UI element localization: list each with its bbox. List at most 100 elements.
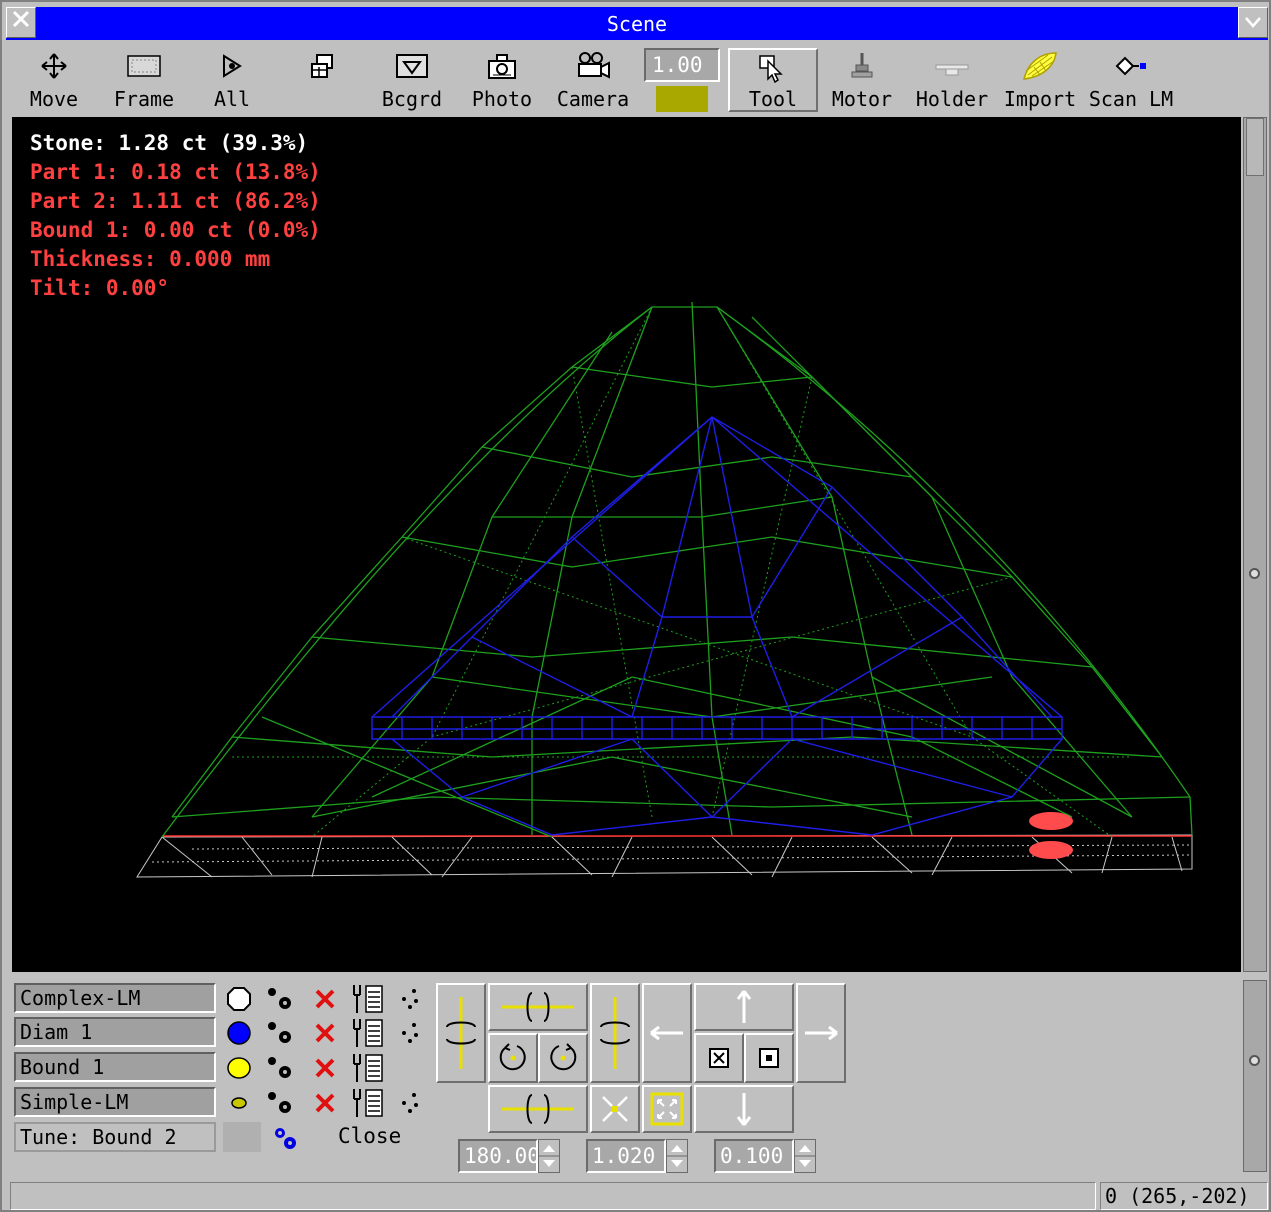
layer-name-bound-1[interactable]: Bound 1: [14, 1052, 216, 1082]
angle-value[interactable]: 180.00: [458, 1139, 540, 1173]
layout-button[interactable]: [292, 46, 352, 112]
points-icon[interactable]: [400, 1021, 422, 1045]
frame-button[interactable]: Frame: [102, 46, 186, 112]
gears-icon[interactable]: [264, 1018, 296, 1048]
rotate-x-button[interactable]: [488, 983, 588, 1031]
scene-window: Scene Move Frame All Bcgrd Photo Camera …: [0, 0, 1271, 1212]
reset-view-button[interactable]: [694, 1033, 744, 1083]
motor-button[interactable]: Motor: [824, 46, 900, 112]
zoom-fit-button[interactable]: [642, 1085, 692, 1133]
rotate-y-button[interactable]: [436, 983, 486, 1083]
dot-box-icon: [759, 1048, 779, 1068]
scroll-indicator-icon: [1249, 568, 1260, 579]
photo-camera-icon: [488, 54, 516, 79]
motor-icon: [851, 53, 873, 78]
tools-list-icon[interactable]: [350, 1017, 386, 1049]
blue-circle-icon[interactable]: [226, 1020, 252, 1046]
tools-list-icon[interactable]: [350, 1052, 386, 1084]
color-swatch[interactable]: [656, 86, 708, 112]
spinner-arrows-icon: [539, 1145, 559, 1167]
tool-button[interactable]: Tool: [728, 48, 818, 112]
scale-spinner-arrows[interactable]: [666, 1139, 688, 1173]
viewport-scrollbar[interactable]: [1243, 117, 1267, 972]
background-button[interactable]: Bcgrd: [374, 46, 450, 112]
spinner-arrows-icon: [795, 1145, 815, 1167]
blue-gears-icon[interactable]: [272, 1125, 298, 1151]
arrow-down-icon: [736, 1093, 752, 1126]
delete-icon[interactable]: [312, 986, 338, 1012]
tools-list-icon[interactable]: [350, 983, 386, 1015]
frame-icon: [127, 55, 161, 77]
holder-button[interactable]: Holder: [910, 46, 994, 112]
layer-row: Bound 1: [14, 1052, 420, 1084]
rotate-ccw-button[interactable]: [488, 1033, 538, 1083]
window-title: Scene: [606, 12, 668, 36]
background-icon: [396, 54, 428, 78]
scrollbar-thumb[interactable]: [1246, 118, 1264, 176]
rotate-cw-button[interactable]: [538, 1033, 588, 1083]
layer-name-diam-1[interactable]: Diam 1: [14, 1017, 216, 1047]
camera-button[interactable]: Camera: [550, 46, 636, 112]
layer-name-complex-lm[interactable]: Complex-LM: [14, 983, 216, 1013]
scroll-indicator-icon: [1249, 1055, 1260, 1066]
move-icon: [41, 53, 67, 79]
outer-hidden-wireframe: [232, 306, 1132, 838]
points-icon[interactable]: [400, 1091, 422, 1115]
move-button[interactable]: Move: [16, 46, 92, 112]
move-down-button[interactable]: [694, 1085, 794, 1133]
title-bar[interactable]: Scene: [6, 7, 1268, 40]
step-value[interactable]: 0.100: [714, 1139, 794, 1173]
layer-row: Simple-LM: [14, 1087, 420, 1119]
photo-button[interactable]: Photo: [464, 46, 540, 112]
rotate-cw-icon: [550, 1043, 577, 1071]
holder-icon: [935, 64, 969, 76]
tools-list-icon[interactable]: [350, 1087, 386, 1119]
move-right-button[interactable]: [796, 983, 846, 1083]
octagon-icon[interactable]: [226, 986, 252, 1012]
scene-viewport[interactable]: Stone: 1.28 ct (39.3%) Part 1: 0.18 ct (…: [12, 117, 1241, 972]
marker-upper: [1029, 812, 1073, 830]
layer-row: Diam 1: [14, 1017, 420, 1049]
all-button[interactable]: All: [196, 46, 268, 112]
scan-lm-button[interactable]: Scan LM: [1084, 46, 1178, 112]
rotate-x-reverse-button[interactable]: [488, 1085, 588, 1133]
step-spinner[interactable]: 0.100: [714, 1139, 818, 1173]
zoom-input[interactable]: 1.00: [644, 48, 720, 82]
windows-icon: [311, 54, 333, 78]
arrow-up-icon: [736, 990, 752, 1023]
toolbar: Move Frame All Bcgrd Photo Camera 1.00 T…: [6, 42, 1268, 114]
move-up-button[interactable]: [694, 983, 794, 1031]
yellow-circle-icon[interactable]: [226, 1055, 252, 1081]
step-spinner-arrows[interactable]: [794, 1139, 816, 1173]
angle-spinner-arrows[interactable]: [538, 1139, 560, 1173]
scale-spinner[interactable]: 1.020: [586, 1139, 690, 1173]
status-message: [10, 1182, 1096, 1210]
cursor-coordinates: 0 (265,-202): [1100, 1182, 1268, 1210]
scale-value[interactable]: 1.020: [586, 1139, 666, 1173]
delete-icon[interactable]: [312, 1055, 338, 1081]
chevron-down-icon: [1245, 17, 1261, 28]
zoom-in-button[interactable]: [590, 1085, 640, 1133]
rotate-z-button[interactable]: [590, 983, 640, 1083]
gears-icon[interactable]: [264, 984, 296, 1014]
cross-box-icon: [709, 1048, 729, 1068]
video-camera-icon: [578, 52, 610, 79]
layer-name-simple-lm[interactable]: Simple-LM: [14, 1087, 216, 1117]
move-left-button[interactable]: [642, 983, 692, 1083]
tune-row: Tune: Bound 2 Close: [14, 1122, 420, 1154]
angle-spinner[interactable]: 180.00: [458, 1139, 562, 1173]
window-menu-button[interactable]: [1238, 7, 1268, 38]
panel-scrollbar[interactable]: [1243, 980, 1267, 1172]
layer-row: Complex-LM: [14, 983, 420, 1015]
points-icon[interactable]: [400, 987, 422, 1011]
center-view-button[interactable]: [744, 1033, 794, 1083]
gears-icon[interactable]: [264, 1053, 296, 1083]
base-wireframe: [136, 834, 1193, 878]
delete-icon[interactable]: [312, 1090, 338, 1116]
delete-icon[interactable]: [312, 1020, 338, 1046]
close-button[interactable]: Close: [338, 1124, 401, 1148]
tune-color-swatch[interactable]: [223, 1122, 261, 1152]
gears-icon[interactable]: [264, 1088, 296, 1118]
small-ellipse-icon[interactable]: [230, 1096, 248, 1110]
import-button[interactable]: Import: [1002, 46, 1078, 112]
